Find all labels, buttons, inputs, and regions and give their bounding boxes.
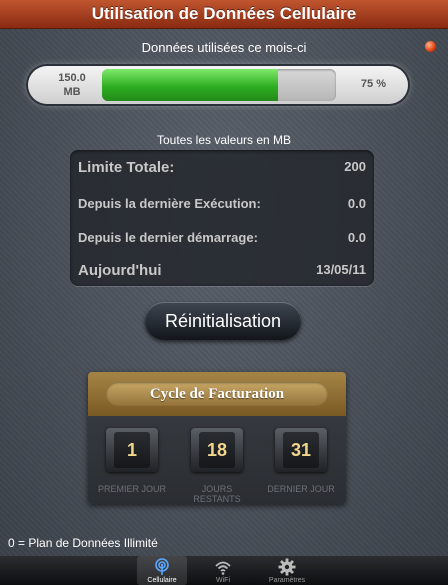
stat-row-since-last-run: Depuis la dernière Exécution: 0.0 [78,196,366,216]
unlimited-plan-note: 0 = Plan de Données Illimité [8,536,158,550]
last-day-value: 31 [283,432,319,468]
last-day-dial[interactable]: 31 [275,428,327,472]
antenna-icon [155,558,169,575]
stat-label: Depuis le dernier démarrage: [78,230,258,245]
stat-label: Limite Totale: [78,159,175,176]
usage-used-unit: MB [63,86,81,98]
wifi-icon [215,561,231,575]
first-day-dial[interactable]: 1 [106,428,158,472]
usage-meter: 150.0 MB 75 % [28,66,408,104]
usage-used-value: 150.0 [58,72,86,84]
last-day-caption: DERNIER JOUR [267,484,335,494]
app-title: Utilisation de Données Cellulaire [91,4,357,23]
days-remaining-dial[interactable]: 18 [191,428,243,472]
gear-icon [278,558,296,576]
tab-settings[interactable]: Paramètres [262,556,312,585]
stat-value: 0.0 [347,230,366,245]
stat-row-today: Aujourd'hui 13/05/11 [78,262,366,282]
values-caption: Toutes les valeurs en MB [156,133,292,147]
first-day-caption: PREMIER JOUR [97,484,166,494]
title-bar: Utilisation de Données Cellulaire [0,0,448,29]
tab-wifi[interactable]: WiFi [198,556,248,585]
stat-label: Depuis la dernière Exécution: [78,196,261,211]
stat-value: 0.0 [347,196,366,211]
billing-cycle-panel: Cycle de Facturation 1 18 31 PREMIER JOU… [88,372,346,504]
tab-label: Paramètres [268,577,306,584]
tab-bar: Cellulaire WiFi Paramètres [0,556,448,585]
usage-percent: 75 % [360,78,386,90]
tab-label: WiFi [216,577,230,584]
billing-cycle-header: Cycle de Facturation [88,372,346,416]
stat-value: 13/05/11 [316,262,366,277]
usage-label: Données utilisées ce mois-ci [141,40,307,55]
first-day-value: 1 [114,432,150,468]
stat-value: 200 [344,159,366,174]
billing-cycle-title: Cycle de Facturation [106,382,328,406]
reset-button[interactable]: Réinitialisation [145,302,301,340]
usage-progress-bar [102,69,336,101]
tab-cellular[interactable]: Cellulaire [137,556,187,585]
tab-label: Cellulaire [147,577,177,584]
stats-panel: Limite Totale: 200 Depuis la dernière Ex… [70,150,374,286]
days-remaining-value: 18 [199,432,235,468]
stat-row-since-last-boot: Depuis le dernier démarrage: 0.0 [78,230,366,250]
stat-row-total-limit: Limite Totale: 200 [78,159,366,179]
days-remaining-caption: JOURS RESTANTS [193,484,241,504]
stat-label: Aujourd'hui [78,262,162,279]
usage-used: 150.0 MB [42,71,102,99]
usage-progress-fill [102,69,278,101]
